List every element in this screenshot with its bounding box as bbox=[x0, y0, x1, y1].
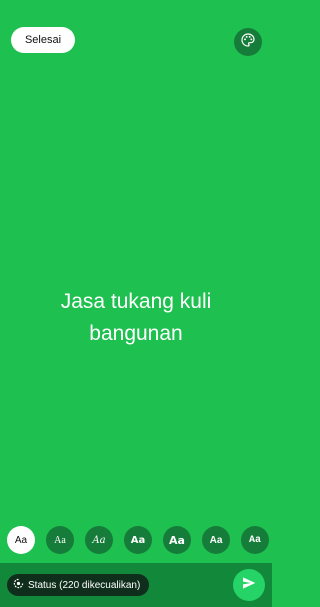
font-option-italic[interactable]: Aa bbox=[85, 526, 113, 554]
font-option-condensed[interactable]: Aa bbox=[202, 526, 230, 554]
palette-button[interactable] bbox=[234, 28, 262, 56]
font-option-serif[interactable]: Aa bbox=[46, 526, 74, 554]
font-option-rounded[interactable]: Aa bbox=[163, 526, 191, 554]
status-audience-button[interactable]: Status (220 dikecualikan) bbox=[7, 574, 150, 596]
font-picker: Aa Aa Aa Aa Aa Aa Aa bbox=[0, 526, 272, 556]
send-button[interactable] bbox=[233, 569, 265, 601]
done-button[interactable]: Selesai bbox=[11, 27, 75, 53]
audience-label: Status (220 dikecualikan) bbox=[28, 579, 141, 591]
bottom-bar: Status (220 dikecualikan) bbox=[0, 563, 272, 607]
font-option-bold[interactable]: Aa bbox=[124, 526, 152, 554]
status-text-editor[interactable]: Jasa tukang kuli bangunan bbox=[20, 286, 252, 350]
font-option-mono[interactable]: Aa bbox=[241, 526, 269, 554]
top-bar: Selesai bbox=[0, 0, 272, 80]
palette-icon bbox=[240, 32, 256, 53]
font-option-sans[interactable]: Aa bbox=[7, 526, 35, 554]
status-ring-icon bbox=[13, 578, 24, 592]
send-icon bbox=[241, 575, 257, 596]
